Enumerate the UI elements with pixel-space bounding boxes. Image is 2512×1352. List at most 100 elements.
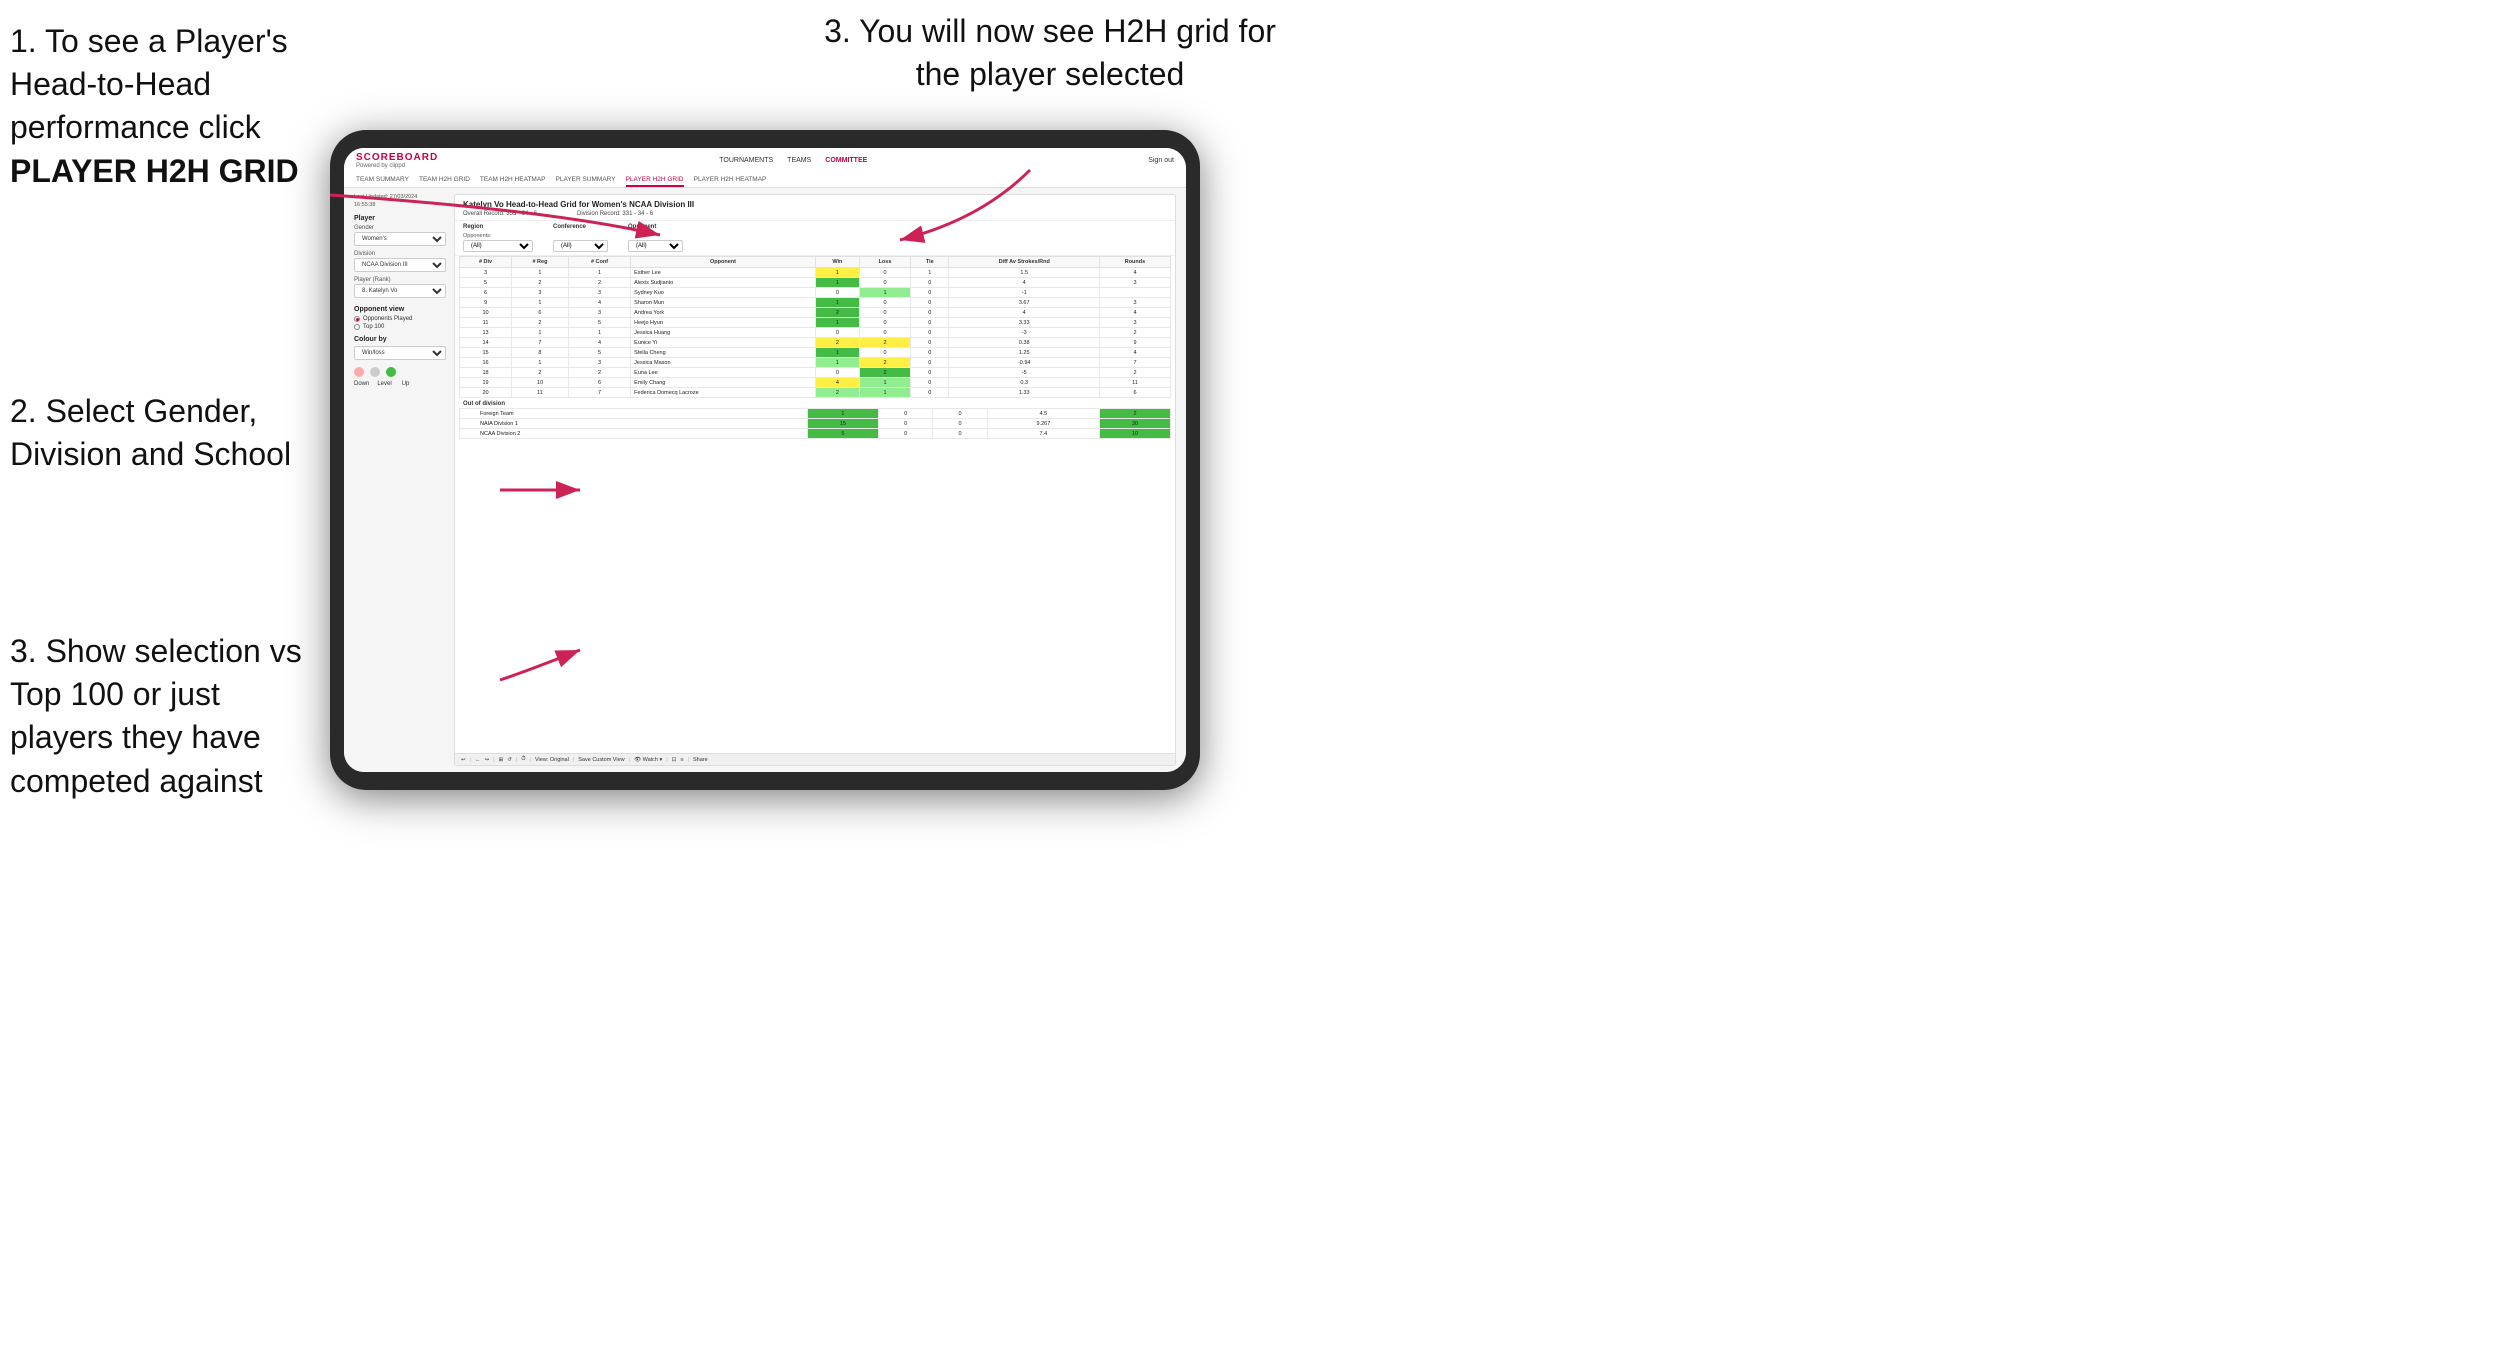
cell-tie: 0 (911, 378, 949, 388)
conference-filter-label: Conference (553, 224, 608, 230)
toolbar-bottom: ↩ | ← ↪ | ⊞ ↺ | ⏱ | View: Original | Sav… (455, 753, 1175, 765)
cell-reg: 1 (512, 268, 569, 278)
player-section: Player Gender Women's Division NCAA Divi… (354, 215, 446, 298)
cell-rounds: 9 (1099, 338, 1170, 348)
table-row: 20 11 7 Federica Domecq Lacroze 2 1 0 1.… (460, 388, 1171, 398)
cell-loss: 0 (859, 268, 910, 278)
cell-diff: 4 (949, 308, 1099, 318)
sign-out-link[interactable]: Sign out (1148, 157, 1174, 164)
division-select[interactable]: NCAA Division III (354, 258, 446, 272)
colour-by-select[interactable]: Win/loss (354, 346, 446, 360)
toolbar-watch[interactable]: 👁 Watch ▾ (634, 757, 662, 763)
table-row: 9 1 4 Sharon Mun 1 0 0 3.67 3 (460, 298, 1171, 308)
cell-rounds: 3 (1099, 278, 1170, 288)
toolbar-refresh[interactable]: ↺ (507, 757, 512, 763)
region-filter-select[interactable]: (All) (463, 240, 533, 252)
toolbar-save-view[interactable]: Save Custom View (578, 757, 624, 763)
cell-rounds: 4 (1099, 308, 1170, 318)
cell-loss: 0 (859, 298, 910, 308)
toolbar-share[interactable]: Share (693, 757, 708, 763)
table-row: 19 10 6 Emily Chang 4 1 0 0.3 11 (460, 378, 1171, 388)
cell-div: 14 (460, 338, 512, 348)
sub-player-h2h-grid[interactable]: PLAYER H2H GRID (626, 174, 684, 187)
cell-win: 1 (815, 268, 859, 278)
cell-conf: 6 (568, 378, 630, 388)
cell-diff: -5 (949, 368, 1099, 378)
col-opponent: Opponent (631, 257, 816, 268)
toolbar-back[interactable]: ← (475, 757, 481, 763)
out-of-division-table: Foreign Team 1 0 0 4.5 2 NAIA Division 1… (459, 408, 1171, 439)
cell-reg: 3 (512, 288, 569, 298)
sub-team-h2h-heatmap[interactable]: TEAM H2H HEATMAP (480, 174, 546, 187)
toolbar-layout2[interactable]: ≡ (680, 757, 683, 763)
timestamp-time: 16:55:38 (354, 202, 446, 210)
colour-labels: Down Level Up (354, 381, 446, 387)
ood-cell-rounds: 30 (1100, 419, 1171, 429)
step3-top-text: 3. You will now see H2H grid for the pla… (824, 13, 1276, 92)
logo-sub: Powered by clippd (356, 163, 438, 169)
cell-win: 1 (815, 318, 859, 328)
table-row: 6 3 3 Sydney Kuo 0 1 0 -1 (460, 288, 1171, 298)
opponent-filter-select[interactable]: (All) (628, 240, 683, 252)
toolbar-redo[interactable]: ↪ (485, 757, 490, 763)
cell-diff: 3.33 (949, 318, 1099, 328)
cell-reg: 1 (512, 298, 569, 308)
gender-select[interactable]: Women's (354, 232, 446, 246)
toolbar-view-original[interactable]: View: Original (535, 757, 569, 763)
cell-loss: 1 (859, 388, 910, 398)
cell-conf: 7 (568, 388, 630, 398)
sub-team-h2h-grid[interactable]: TEAM H2H GRID (419, 174, 470, 187)
table-row: 3 1 1 Esther Lee 1 0 1 1.5 4 (460, 268, 1171, 278)
cell-reg: 11 (512, 388, 569, 398)
cell-div: 20 (460, 388, 512, 398)
sub-player-h2h-heatmap[interactable]: PLAYER H2H HEATMAP (694, 174, 767, 187)
radio-top100[interactable]: Top 100 (354, 324, 446, 330)
colour-dot-up (386, 367, 396, 377)
table-row: 10 6 3 Andrea York 2 0 0 4 4 (460, 308, 1171, 318)
cell-diff: -1 (949, 288, 1099, 298)
cell-loss: 0 (859, 318, 910, 328)
cell-tie: 0 (911, 278, 949, 288)
cell-opponent: Jessica Huang (631, 328, 816, 338)
cell-win: 1 (815, 298, 859, 308)
sub-player-summary[interactable]: PLAYER SUMMARY (556, 174, 616, 187)
conference-filter-select[interactable]: (All) (553, 240, 608, 252)
cell-loss: 2 (859, 358, 910, 368)
player-rank-select[interactable]: 8. Katelyn Vo (354, 284, 446, 298)
scoreboard-logo: SCOREBOARD Powered by clippd (356, 152, 438, 169)
ood-cell-opponent: NAIA Division 1 (460, 419, 808, 429)
cell-tie: 0 (911, 328, 949, 338)
timestamp: Last Updated: 27/03/2024 16:55:38 (354, 194, 446, 209)
cell-div: 13 (460, 328, 512, 338)
ood-cell-diff: 7.4 (987, 429, 1099, 439)
cell-opponent: Sharon Mun (631, 298, 816, 308)
radio-opponents-played[interactable]: Opponents Played (354, 316, 446, 322)
instruction-step2: 2. Select Gender, Division and School (10, 390, 310, 476)
col-rounds: Rounds (1099, 257, 1170, 268)
nav-teams[interactable]: TEAMS (787, 157, 811, 164)
cell-win: 4 (815, 378, 859, 388)
nav-committee[interactable]: COMMITTEE (825, 157, 867, 164)
ood-table-row: NAIA Division 1 15 0 0 9.267 30 (460, 419, 1171, 429)
gender-label: Gender (354, 225, 446, 231)
region-filter-group: Region Opponents: (All) (463, 224, 533, 252)
toolbar-undo[interactable]: ↩ (461, 757, 466, 763)
ood-cell-loss: 0 (878, 419, 932, 429)
col-conf: # Conf (568, 257, 630, 268)
ood-cell-diff: 4.5 (987, 409, 1099, 419)
sub-team-summary[interactable]: TEAM SUMMARY (356, 174, 409, 187)
nav-tournaments[interactable]: TOURNAMENTS (719, 157, 773, 164)
ood-cell-diff: 9.267 (987, 419, 1099, 429)
toolbar-timer[interactable]: ⏱ (521, 756, 525, 763)
col-diff: Diff Av Strokes/Rnd (949, 257, 1099, 268)
radio-dot-top100 (354, 324, 360, 330)
cell-div: 9 (460, 298, 512, 308)
cell-loss: 0 (859, 278, 910, 288)
step1-text: 1. To see a Player's Head-to-Head perfor… (10, 23, 288, 145)
cell-div: 3 (460, 268, 512, 278)
toolbar-grid[interactable]: ⊞ (499, 757, 504, 763)
cell-opponent: Stella Cheng (631, 348, 816, 358)
cell-loss: 0 (859, 308, 910, 318)
toolbar-layout1[interactable]: ⊡ (672, 757, 677, 763)
table-row: 11 2 5 Heejo Hyun 1 0 0 3.33 3 (460, 318, 1171, 328)
